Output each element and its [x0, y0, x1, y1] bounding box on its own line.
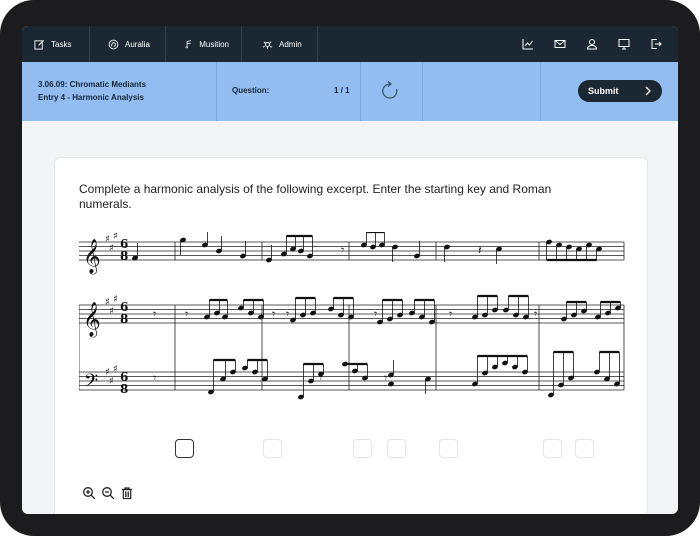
roman-numeral-input[interactable]	[263, 439, 282, 458]
svg-text:𝄾: 𝄾	[384, 371, 387, 385]
music-score: 𝄞 𝄞 𝄢 ♯♯♯ ♯♯♯ ♯♯♯ 68 68 68 𝄾 𝄾𝄾 𝄾𝄾𝄾 𝄾 𝄾𝄽…	[79, 232, 625, 400]
exercise-prompt: Complete a harmonic analysis of the foll…	[79, 182, 552, 211]
treble-clef: 𝄞	[83, 302, 101, 338]
svg-text:𝄾: 𝄾	[319, 371, 322, 385]
zoom-out-icon	[102, 487, 115, 500]
lesson-breadcrumb: 3.06.09: Chromatic Mediants Entry 4 - Ha…	[38, 78, 146, 104]
app-screen: Tasks Auralia Musition Admin 3.06.09: Ch…	[22, 26, 678, 514]
roman-numeral-input[interactable]	[175, 439, 194, 458]
svg-text:♯: ♯	[113, 232, 118, 242]
question-counter: 1 / 1	[334, 86, 350, 95]
monitor-button[interactable]	[608, 26, 640, 62]
nav-musition-label: Musition	[199, 39, 229, 49]
zoom-out-button[interactable]	[100, 485, 116, 501]
lesson-header: 3.06.09: Chromatic Mediants Entry 4 - Ha…	[22, 62, 678, 121]
note-head	[342, 361, 348, 367]
submit-label: Submit	[588, 86, 619, 96]
svg-text:𝄾: 𝄾	[272, 307, 275, 321]
svg-text:8: 8	[120, 382, 128, 396]
logout-button[interactable]	[640, 26, 672, 62]
nav-admin[interactable]: Admin	[242, 26, 318, 62]
trash-icon	[122, 487, 132, 500]
svg-text:𝄽: 𝄽	[478, 243, 482, 257]
roman-numeral-input[interactable]	[543, 439, 562, 458]
submit-button[interactable]: Submit	[578, 80, 662, 102]
nav-right-icons	[512, 26, 672, 62]
user-icon	[586, 39, 598, 50]
edit-icon	[34, 39, 45, 50]
logout-icon	[651, 39, 662, 49]
lesson-subtitle: Entry 4 - Harmonic Analysis	[38, 93, 144, 102]
nav-admin-label: Admin	[279, 39, 302, 49]
nav-auralia[interactable]: Auralia	[90, 26, 166, 62]
nav-auralia-label: Auralia	[125, 39, 150, 49]
delete-button[interactable]	[119, 485, 135, 501]
svg-text:𝄾: 𝄾	[449, 307, 452, 321]
chevron-right-icon	[645, 86, 651, 96]
svg-text:♯: ♯	[109, 376, 114, 387]
score-toolbar	[81, 485, 135, 501]
divider	[360, 62, 361, 121]
refresh-icon[interactable]	[380, 80, 402, 102]
zoom-in-icon	[83, 487, 96, 500]
divider	[216, 62, 217, 121]
svg-text:𝄾: 𝄾	[153, 371, 156, 385]
time-signature: 68 68 68	[120, 237, 128, 396]
svg-text:♯: ♯	[113, 294, 118, 305]
svg-text:𝄾: 𝄾	[534, 307, 537, 321]
svg-text:𝄾: 𝄾	[341, 243, 344, 257]
svg-text:𝄾: 𝄾	[286, 307, 289, 321]
svg-text:𝄾: 𝄾	[374, 307, 377, 321]
tablet-frame: Tasks Auralia Musition Admin 3.06.09: Ch…	[0, 0, 700, 536]
mail-button[interactable]	[544, 26, 576, 62]
chart-icon	[522, 39, 533, 50]
nav-tasks-label: Tasks	[51, 39, 72, 49]
svg-text:8: 8	[120, 249, 128, 263]
divider	[540, 62, 541, 121]
chart-button[interactable]	[512, 26, 544, 62]
svg-text:♯: ♯	[109, 306, 114, 317]
treble-clef: 𝄞	[83, 239, 101, 275]
nav-musition[interactable]: Musition	[166, 26, 242, 62]
musition-icon	[185, 39, 191, 48]
zoom-in-button[interactable]	[81, 485, 97, 501]
admin-icon	[262, 40, 273, 49]
svg-text:♯: ♯	[113, 364, 118, 375]
roman-numeral-input[interactable]	[575, 439, 594, 458]
nav-tasks[interactable]: Tasks	[22, 26, 90, 62]
svg-text:𝄾: 𝄾	[185, 307, 188, 321]
auralia-icon	[108, 39, 119, 49]
divider	[422, 62, 423, 121]
top-nav: Tasks Auralia Musition Admin	[22, 26, 678, 62]
question-label: Question:	[232, 86, 270, 95]
user-button[interactable]	[576, 26, 608, 62]
roman-numeral-input[interactable]	[439, 439, 458, 458]
svg-text:8: 8	[120, 312, 128, 326]
roman-numeral-input[interactable]	[387, 439, 406, 458]
monitor-icon	[618, 39, 630, 50]
roman-numeral-input[interactable]	[353, 439, 372, 458]
mail-icon	[554, 40, 566, 48]
svg-text:♯: ♯	[109, 243, 114, 254]
exercise-card: Complete a harmonic analysis of the foll…	[54, 157, 648, 514]
svg-text:𝄾: 𝄾	[153, 307, 156, 321]
bass-clef: 𝄢	[84, 371, 98, 396]
lesson-title: 3.06.09: Chromatic Mediants	[38, 80, 147, 89]
